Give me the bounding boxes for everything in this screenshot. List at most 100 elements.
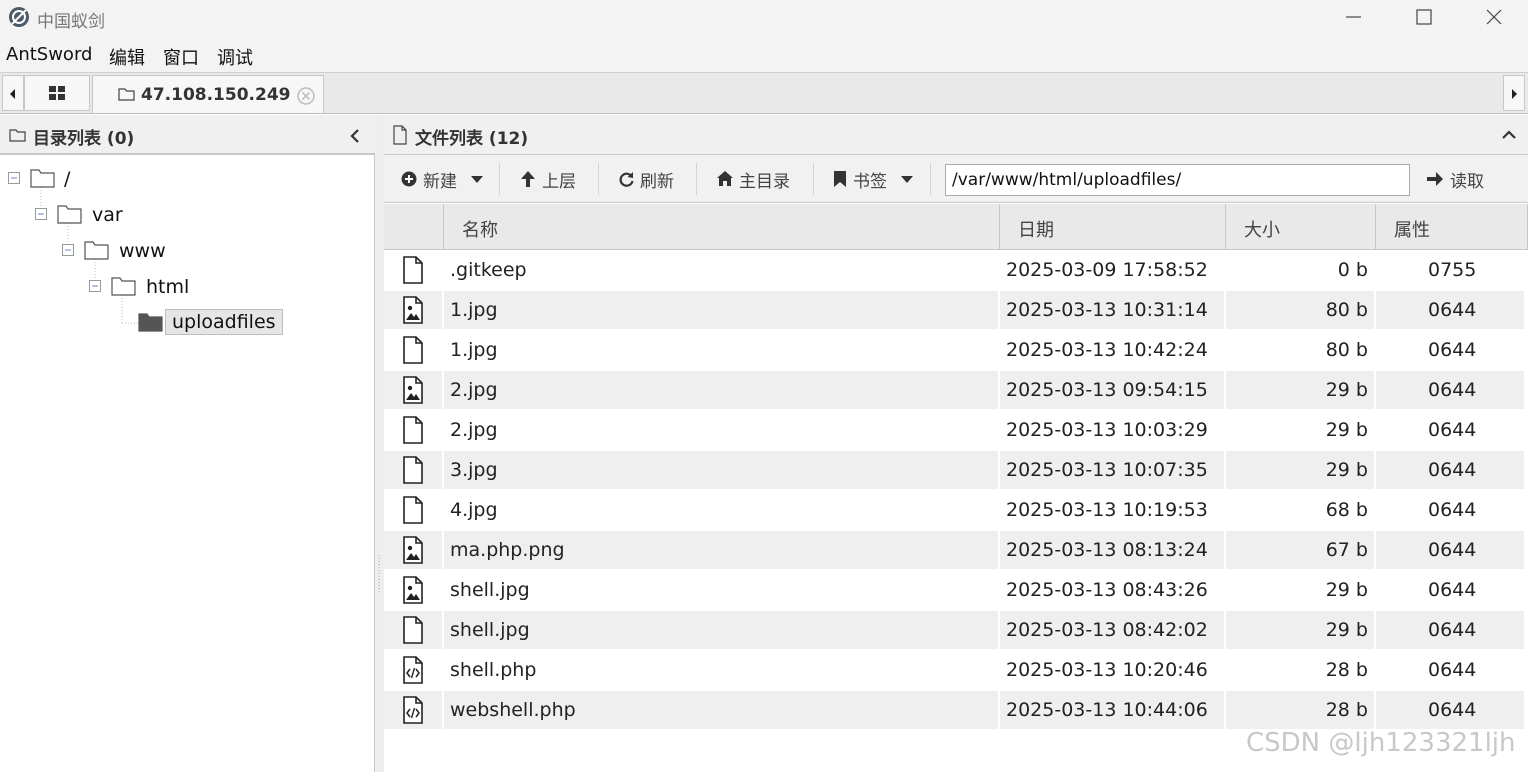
- file-row[interactable]: 1.jpg 2025-03-13 10:31:14 80 b 0644: [384, 291, 1528, 329]
- file-row[interactable]: 4.jpg 2025-03-13 10:19:53 68 b 0644: [384, 491, 1528, 529]
- code-file-icon: [403, 656, 423, 684]
- file-row[interactable]: webshell.php 2025-03-13 10:44:06 28 b 0644: [384, 691, 1528, 729]
- file-row[interactable]: shell.php 2025-03-13 10:20:46 28 b 0644: [384, 651, 1528, 689]
- column-header-size[interactable]: 大小: [1226, 204, 1376, 250]
- file-row[interactable]: shell.jpg 2025-03-13 08:43:26 29 b 0644: [384, 571, 1528, 609]
- file-size-cell: 68 b: [1226, 491, 1374, 529]
- file-panel: 文件列表 (12) 新建 上层 刷新 主目录 书签 /var/www/html/…: [384, 115, 1528, 772]
- tree-node-html[interactable]: html: [0, 271, 374, 301]
- image-file-icon: [403, 376, 423, 404]
- file-name-cell: 2.jpg: [444, 411, 998, 449]
- file-row[interactable]: 1.jpg 2025-03-13 10:42:24 80 b 0644: [384, 331, 1528, 369]
- file-name-cell: shell.jpg: [444, 571, 998, 609]
- file-attributes: 0644: [1428, 699, 1477, 721]
- file-attributes: 0644: [1428, 419, 1477, 441]
- file-size: 80 b: [1325, 299, 1368, 321]
- column-header-date[interactable]: 日期: [1000, 204, 1226, 250]
- chevron-left-icon[interactable]: [347, 127, 363, 145]
- file-name: 4.jpg: [450, 499, 498, 521]
- panel-splitter[interactable]: [375, 115, 384, 772]
- tab-close-icon[interactable]: [296, 86, 316, 106]
- file-date-cell: 2025-03-13 10:07:35: [1000, 451, 1224, 489]
- file-panel-header: 文件列表 (12): [384, 115, 1528, 155]
- file-row[interactable]: .gitkeep 2025-03-09 17:58:52 0 b 0755: [384, 251, 1528, 289]
- file-row[interactable]: ma.php.png 2025-03-13 08:13:24 67 b 0644: [384, 531, 1528, 569]
- file-attributes: 0644: [1428, 659, 1477, 681]
- minimize-button[interactable]: [1318, 0, 1388, 36]
- file-date: 2025-03-13 10:07:35: [1006, 459, 1208, 481]
- file-date-cell: 2025-03-09 17:58:52: [1000, 251, 1224, 289]
- column-header-name[interactable]: 名称: [444, 204, 1000, 250]
- tree-node-www[interactable]: www: [0, 235, 374, 265]
- tab-bar: 47.108.150.249: [0, 72, 1528, 114]
- file-date: 2025-03-13 10:42:24: [1006, 339, 1208, 361]
- folder-filled-icon: [138, 313, 163, 332]
- chevron-up-icon[interactable]: [1500, 127, 1518, 143]
- bookmark-button[interactable]: 书签: [833, 167, 917, 192]
- tree-label-root: /: [64, 168, 71, 190]
- tab-session[interactable]: 47.108.150.249: [92, 75, 324, 113]
- caret-down-icon: [901, 176, 913, 183]
- title-bar: 中国蚁剑: [0, 0, 1528, 36]
- file-name-cell: shell.jpg: [444, 611, 998, 649]
- file-attributes-cell: 0644: [1376, 691, 1524, 729]
- toolbar-separator: [696, 163, 697, 195]
- file-size-cell: 80 b: [1226, 291, 1374, 329]
- menu-debug[interactable]: 调试: [217, 44, 253, 70]
- file-date-cell: 2025-03-13 10:42:24: [1000, 331, 1224, 369]
- file-attributes-cell: 0644: [1376, 531, 1524, 569]
- image-file-icon: [403, 576, 423, 604]
- file-attributes: 0644: [1428, 339, 1477, 361]
- folder-outline-icon: [111, 277, 136, 296]
- tree-collapse-icon[interactable]: [35, 208, 47, 220]
- file-size: 68 b: [1325, 499, 1368, 521]
- refresh-button[interactable]: 刷新: [618, 167, 678, 192]
- tab-scroll-left-button[interactable]: [2, 75, 24, 111]
- home-directory-button[interactable]: 主目录: [716, 167, 796, 192]
- close-button[interactable]: [1458, 0, 1528, 36]
- refresh-icon: [619, 172, 634, 187]
- file-name-cell: ma.php.png: [444, 531, 998, 569]
- close-icon: [1486, 9, 1502, 25]
- menu-window[interactable]: 窗口: [163, 44, 199, 70]
- file-attributes: 0755: [1428, 259, 1477, 281]
- file-date-cell: 2025-03-13 08:13:24: [1000, 531, 1224, 569]
- file-row[interactable]: 3.jpg 2025-03-13 10:07:35 29 b 0644: [384, 451, 1528, 489]
- tab-scroll-right-button[interactable]: [1503, 75, 1525, 111]
- tree-collapse-icon[interactable]: [89, 280, 101, 292]
- tree-collapse-icon[interactable]: [62, 244, 74, 256]
- file-row[interactable]: shell.jpg 2025-03-13 08:42:02 29 b 0644: [384, 611, 1528, 649]
- file-date: 2025-03-13 08:42:02: [1006, 619, 1208, 641]
- maximize-button[interactable]: [1388, 0, 1458, 36]
- file-icon-cell: [384, 531, 442, 569]
- file-attributes-cell: 0644: [1376, 651, 1524, 689]
- file-name: 1.jpg: [450, 299, 498, 321]
- column-header-attributes[interactable]: 属性: [1376, 204, 1528, 250]
- file-icon-cell: [384, 251, 442, 289]
- menu-edit[interactable]: 编辑: [109, 44, 145, 70]
- file-name: 2.jpg: [450, 379, 498, 401]
- file-name: webshell.php: [450, 699, 576, 721]
- file-row[interactable]: 2.jpg 2025-03-13 10:03:29 29 b 0644: [384, 411, 1528, 449]
- tree-node-root[interactable]: /: [0, 163, 374, 193]
- path-input[interactable]: [945, 164, 1410, 196]
- file-date-cell: 2025-03-13 09:54:15: [1000, 371, 1224, 409]
- file-toolbar: 新建 上层 刷新 主目录 书签 读取: [384, 155, 1528, 203]
- file-size: 80 b: [1325, 339, 1368, 361]
- tree-collapse-icon[interactable]: [8, 172, 20, 184]
- tree-node-uploadfiles[interactable]: uploadfiles: [0, 307, 374, 337]
- menu-antsword[interactable]: AntSword: [6, 44, 92, 65]
- file-icon-cell: [384, 571, 442, 609]
- file-name: shell.jpg: [450, 619, 530, 641]
- tree-node-var[interactable]: var: [0, 199, 374, 229]
- up-button[interactable]: 上层: [520, 167, 580, 192]
- read-button[interactable]: 读取: [1426, 167, 1488, 192]
- file-name: .gitkeep: [450, 259, 527, 281]
- menu-bar: AntSword 编辑 窗口 调试: [0, 36, 1528, 72]
- file-row[interactable]: 2.jpg 2025-03-13 09:54:15 29 b 0644: [384, 371, 1528, 409]
- file-date-cell: 2025-03-13 10:31:14: [1000, 291, 1224, 329]
- directory-panel-title: 目录列表 (0): [33, 129, 135, 149]
- file-size-cell: 29 b: [1226, 571, 1374, 609]
- new-button[interactable]: 新建: [401, 167, 487, 192]
- tab-home[interactable]: [24, 75, 90, 111]
